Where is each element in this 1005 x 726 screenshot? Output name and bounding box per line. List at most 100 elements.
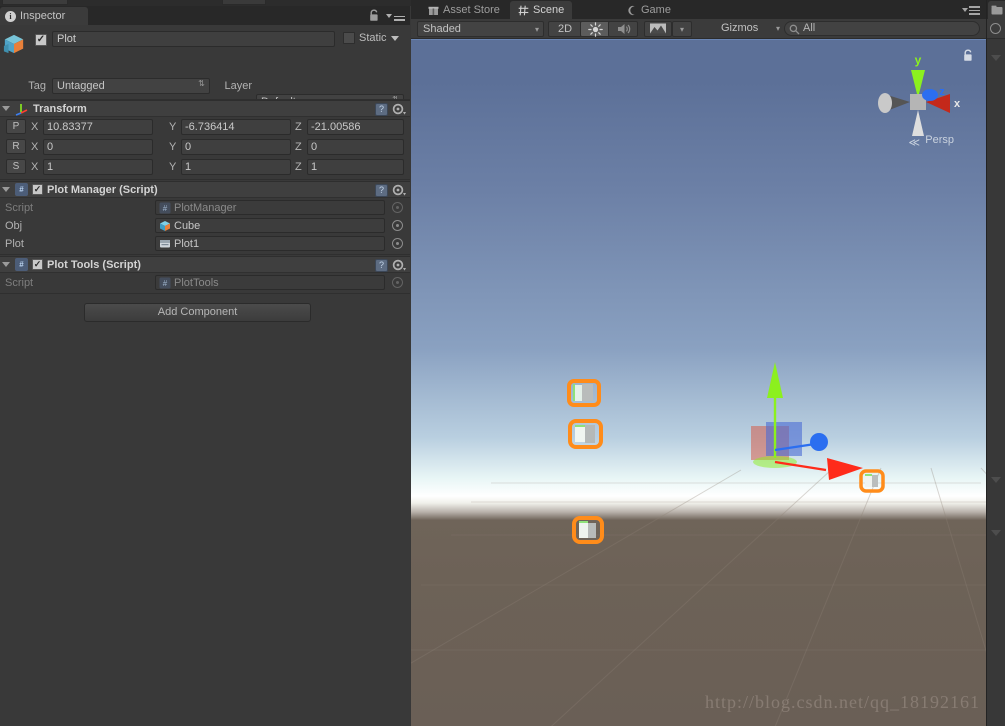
scene-toolbar: Shaded ▾ 2D ▾ Gizmos ▾ All (411, 19, 986, 39)
position-key-button[interactable]: P (6, 119, 26, 134)
tab-asset-store[interactable]: Asset Store (420, 1, 508, 19)
lighting-toggle-button[interactable] (580, 21, 610, 37)
scale-z-input[interactable]: 1 (307, 159, 404, 175)
image-effects-button[interactable] (644, 21, 672, 37)
foldout-icon[interactable] (2, 187, 10, 192)
transform-title: Transform (33, 102, 87, 115)
scene-tab-menu-icon[interactable] (962, 6, 980, 15)
scale-y-input[interactable]: 1 (181, 159, 291, 175)
info-icon: i (5, 10, 16, 22)
position-z-input[interactable]: -21.00586 (307, 119, 404, 135)
plot-tools-enabled-checkbox[interactable]: ✓ (32, 259, 43, 270)
position-y-input[interactable]: -6.736414 (181, 119, 291, 135)
help-icon[interactable]: ? (375, 184, 388, 197)
inspector-tab-bar: i Inspector (0, 6, 410, 25)
lock-icon[interactable] (368, 9, 380, 22)
help-icon[interactable]: ? (375, 103, 388, 116)
position-x-input[interactable]: 10.83377 (43, 119, 153, 135)
search-icon (789, 24, 800, 35)
folder-icon (991, 5, 1003, 15)
inspector-menu-icon[interactable] (386, 12, 405, 21)
gear-icon[interactable] (392, 259, 406, 272)
rotation-x-input[interactable]: 0 (43, 139, 153, 155)
axis-x-arrow (827, 458, 863, 480)
right-panel-toolbar[interactable] (987, 19, 1005, 39)
chevron-down-icon: ▾ (679, 25, 684, 34)
scene-object-cube-2[interactable] (568, 418, 604, 450)
component-header-plot-tools[interactable]: # ✓ Plot Tools (Script) ? (0, 256, 410, 273)
scene-panel: Asset Store Scene Game Shaded ▾ 2D ▾ Giz… (411, 0, 986, 726)
position-y-label: Y (169, 121, 177, 133)
plot-field-value[interactable]: Plot1 (155, 236, 385, 251)
effects-dropdown-button[interactable]: ▾ (672, 21, 692, 37)
top-stub-button-right[interactable] (222, 0, 266, 5)
static-checkbox[interactable] (343, 32, 355, 44)
scale-y-label: Y (169, 161, 177, 173)
gizmos-dropdown[interactable]: Gizmos ▾ (716, 21, 780, 37)
script-tools-field-label: Script (5, 277, 34, 289)
collapse-arrow-icon-2[interactable] (991, 477, 1001, 483)
persp-prev-arrow-icon[interactable]: ≪ (908, 136, 920, 149)
object-picker-icon[interactable] (392, 220, 403, 231)
unity-editor-window: i Inspector ✓ Plot Static Tag Untagged ⇅… (0, 0, 1005, 726)
search-icon[interactable] (990, 23, 1001, 34)
scale-key-button[interactable]: S (6, 159, 26, 174)
add-component-button[interactable]: Add Component (84, 303, 311, 322)
transform-row-position: P X 10.83377 Y -6.736414 Z -21.00586 (0, 119, 410, 135)
audio-toggle-button[interactable] (608, 21, 638, 37)
tag-arrows-icon: ⇅ (198, 79, 205, 88)
scene-search-input[interactable]: All (784, 21, 980, 36)
move-gizmo[interactable] (731, 350, 871, 480)
scale-x-label: X (31, 161, 39, 173)
tab-scene[interactable]: Scene (510, 1, 573, 19)
component-header-plot-manager[interactable]: # ✓ Plot Manager (Script) ? (0, 181, 410, 198)
draw-mode-dropdown[interactable]: Shaded ▾ (417, 21, 544, 37)
rotation-x-label: X (31, 141, 39, 153)
draw-mode-value: Shaded (423, 23, 461, 35)
rotation-key-button[interactable]: R (6, 139, 26, 154)
tab-scene-label: Scene (533, 4, 565, 16)
foldout-icon[interactable] (2, 262, 10, 267)
object-picker-icon[interactable] (392, 277, 403, 288)
object-name-field[interactable]: Plot (52, 31, 335, 47)
rotation-z-input[interactable]: 0 (307, 139, 404, 155)
object-enabled-checkbox[interactable]: ✓ (35, 34, 47, 46)
axis-x-label: x (954, 98, 961, 110)
orientation-label[interactable]: Persp (925, 134, 954, 146)
scene-object-cube-3[interactable] (572, 515, 604, 545)
scale-z-label: Z (295, 161, 302, 173)
asset-store-icon (428, 6, 439, 15)
rotation-y-label: Y (169, 141, 177, 153)
rotation-y-input[interactable]: 0 (181, 139, 291, 155)
collapse-arrow-icon-3[interactable] (991, 530, 1001, 536)
tab-inspector[interactable]: i Inspector (0, 7, 88, 25)
static-toggle-group[interactable]: Static (343, 32, 399, 44)
plot-manager-enabled-checkbox[interactable]: ✓ (32, 184, 43, 195)
gear-icon[interactable] (392, 184, 406, 197)
object-picker-icon[interactable] (392, 202, 403, 213)
axis-z-handle (810, 433, 828, 451)
two-d-toggle-button[interactable]: 2D (548, 21, 582, 37)
scene-object-cube-1[interactable] (567, 378, 601, 408)
static-dropdown-icon[interactable] (390, 35, 399, 41)
top-stub-button-left[interactable] (2, 0, 68, 5)
obj-field-label: Obj (5, 220, 23, 232)
gear-icon[interactable] (392, 103, 406, 116)
foldout-icon[interactable] (2, 106, 10, 111)
scene-tab-bar: Asset Store Scene Game (411, 0, 986, 19)
viewport-lock-icon[interactable] (962, 49, 974, 62)
speaker-icon (617, 24, 630, 34)
tab-game[interactable]: Game (618, 1, 679, 19)
scene-viewport[interactable]: y x z ≪ Persp http://blog.csdn.net/qq_18… (411, 40, 986, 726)
obj-field-value[interactable]: Cube (155, 218, 385, 233)
object-picker-icon[interactable] (392, 238, 403, 249)
scale-x-input[interactable]: 1 (43, 159, 153, 175)
help-icon[interactable]: ? (375, 259, 388, 272)
collapse-arrow-icon-1[interactable] (991, 55, 1001, 61)
scene-grid-icon (518, 5, 529, 15)
tag-dropdown[interactable]: Untagged ⇅ (52, 78, 210, 94)
component-header-transform[interactable]: Transform ? (0, 100, 410, 117)
right-panel-tab[interactable] (988, 1, 1005, 19)
plot-name: Plot1 (174, 237, 200, 250)
tab-game-label: Game (641, 4, 671, 16)
